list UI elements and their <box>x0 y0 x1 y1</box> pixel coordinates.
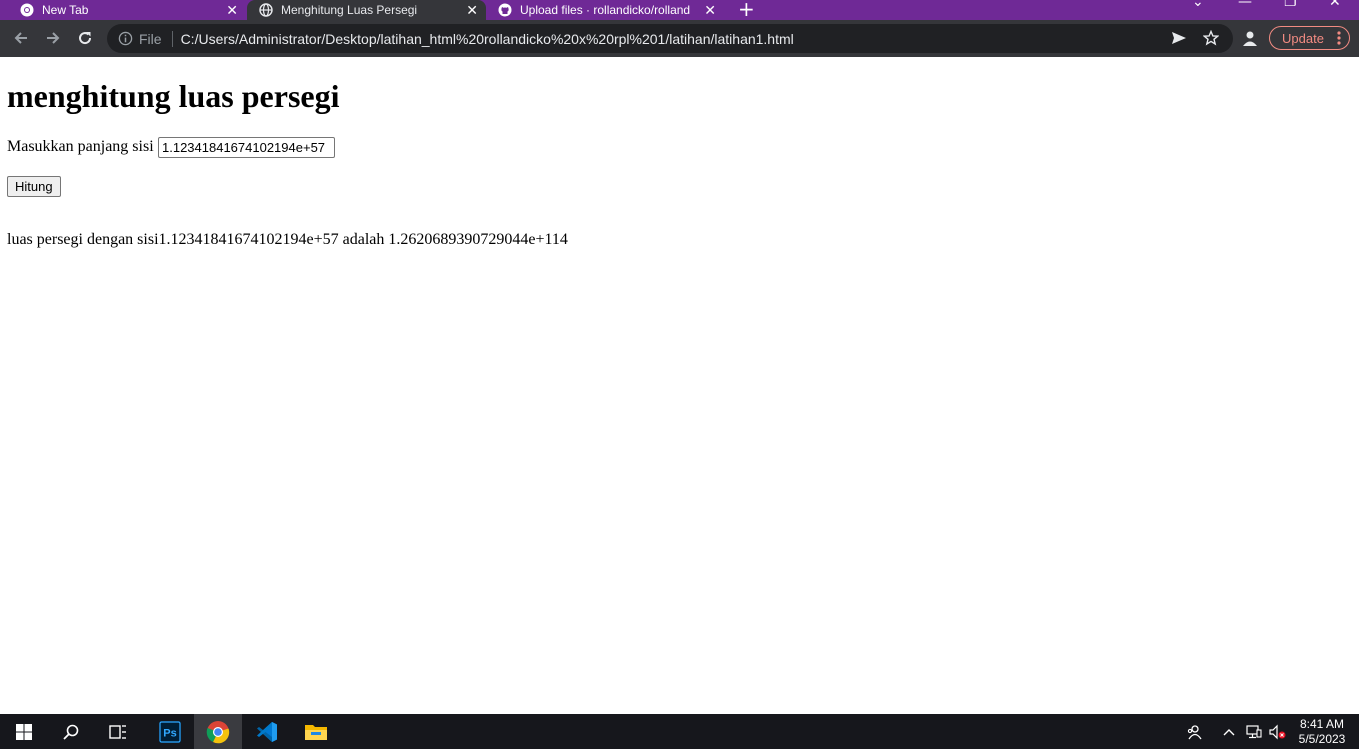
windows-start-icon[interactable] <box>0 714 48 749</box>
task-view-icon[interactable] <box>94 714 142 749</box>
tab-title: New Tab <box>42 3 89 17</box>
windows-taskbar: Ps 8:41 AM 5/5/2023 <box>0 714 1359 749</box>
clock-time: 8:41 AM <box>1299 717 1345 731</box>
chevron-up-icon[interactable] <box>1219 714 1239 749</box>
star-icon[interactable] <box>1199 26 1223 50</box>
reload-button[interactable] <box>73 26 97 50</box>
back-button[interactable] <box>9 26 33 50</box>
close-icon[interactable]: ✕ <box>226 0 238 20</box>
tab-strip: New Tab ✕ Menghitung Luas Persegi ✕ Uplo… <box>0 0 1359 20</box>
url-text[interactable]: C:/Users/Administrator/Desktop/latihan_h… <box>181 31 794 47</box>
vscode-icon[interactable] <box>243 714 291 749</box>
arrow-left-icon <box>14 32 27 44</box>
network-icon[interactable] <box>1244 714 1264 749</box>
address-divider <box>171 30 173 47</box>
window-close-icon[interactable]: ✕ <box>1329 0 1341 10</box>
info-icon[interactable] <box>117 31 133 47</box>
github-icon <box>498 3 512 17</box>
volume-muted-icon[interactable] <box>1267 714 1287 749</box>
input-label: Masukkan panjang sisi <box>7 138 154 155</box>
chrome-icon <box>20 3 34 17</box>
reload-icon <box>79 32 92 45</box>
tab-title: Upload files · rollandicko/rolland <box>520 3 691 17</box>
file-explorer-icon[interactable] <box>292 714 340 749</box>
update-label: Update <box>1282 30 1324 46</box>
restore-icon[interactable]: ❐ <box>1284 0 1297 10</box>
send-icon[interactable] <box>1167 26 1191 50</box>
globe-icon <box>259 3 273 17</box>
tab-title: Menghitung Luas Persegi <box>281 3 418 17</box>
profile-avatar-icon[interactable] <box>1238 26 1262 50</box>
scheme-label: File <box>139 30 162 47</box>
forward-button[interactable] <box>41 26 65 50</box>
side-length-input[interactable]: 1.12341841674102194e+57 <box>158 137 335 158</box>
close-icon[interactable]: ✕ <box>466 0 478 20</box>
update-button[interactable]: Update <box>1269 26 1350 50</box>
system-clock[interactable]: 8:41 AM 5/5/2023 <box>1293 717 1351 747</box>
arrow-right-icon <box>47 32 60 44</box>
clock-date: 5/5/2023 <box>1298 732 1346 746</box>
browser-toolbar: File C:/Users/Administrator/Desktop/lati… <box>0 20 1359 57</box>
hitung-button[interactable]: Hitung <box>7 176 61 197</box>
menu-dots-icon[interactable] <box>1337 30 1341 49</box>
minimize-icon[interactable]: — <box>1238 0 1252 10</box>
close-icon[interactable]: ✕ <box>704 0 716 20</box>
tab-menghitung-luas-persegi[interactable]: Menghitung Luas Persegi ✕ <box>247 0 486 20</box>
chrome-icon[interactable] <box>194 714 242 749</box>
svg-text:Ps: Ps <box>163 727 176 739</box>
tab-search-icon[interactable]: ⌄ <box>1192 0 1204 10</box>
search-icon[interactable] <box>47 714 95 749</box>
result-text: luas persegi dengan sisi1.12341841674102… <box>7 231 568 248</box>
new-tab-button[interactable]: + <box>738 0 755 20</box>
address-bar[interactable]: File C:/Users/Administrator/Desktop/lati… <box>107 24 1233 53</box>
tab-new-tab[interactable]: New Tab ✕ <box>8 0 246 20</box>
tab-upload-files[interactable]: Upload files · rollandicko/rolland ✕ <box>486 0 724 20</box>
photoshop-icon[interactable]: Ps <box>146 714 194 749</box>
page-content: menghitung luas persegi Masukkan panjang… <box>0 57 1359 714</box>
page-heading: menghitung luas persegi <box>7 78 340 114</box>
people-icon[interactable] <box>1183 714 1205 749</box>
